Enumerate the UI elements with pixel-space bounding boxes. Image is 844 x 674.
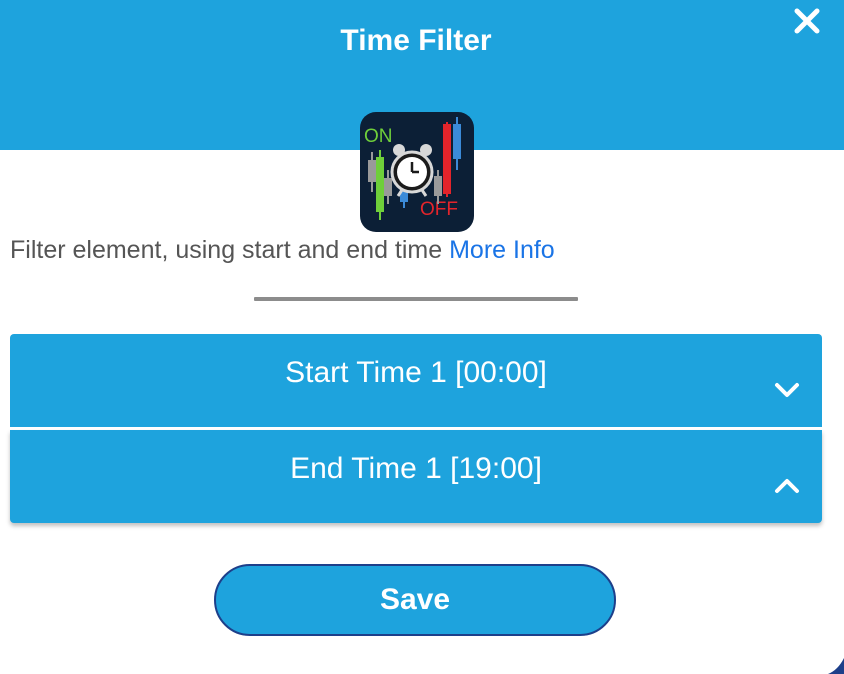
- description: Filter element, using start and end time…: [10, 234, 555, 266]
- app-logo: ON OFF: [360, 112, 474, 232]
- corner-decoration: [828, 658, 844, 674]
- start-time-panel[interactable]: Start Time 1 [00:00]: [10, 334, 822, 427]
- chevron-down-icon[interactable]: [772, 380, 802, 400]
- close-button[interactable]: [792, 6, 822, 36]
- more-info-link[interactable]: More Info: [449, 236, 555, 264]
- start-time-label: Start Time 1 [00:00]: [285, 356, 547, 389]
- divider: [254, 297, 578, 301]
- end-time-label: End Time 1 [19:00]: [290, 452, 542, 485]
- dialog-title: Time Filter: [340, 24, 492, 57]
- alarm-clock-candlestick-icon: ON OFF: [364, 117, 461, 220]
- save-button[interactable]: Save: [214, 564, 616, 636]
- on-label: ON: [364, 126, 393, 147]
- end-time-panel[interactable]: End Time 1 [19:00]: [10, 430, 822, 523]
- chevron-up-icon[interactable]: [772, 476, 802, 496]
- description-text: Filter element, using start and end time: [10, 236, 450, 264]
- close-icon: [794, 8, 820, 34]
